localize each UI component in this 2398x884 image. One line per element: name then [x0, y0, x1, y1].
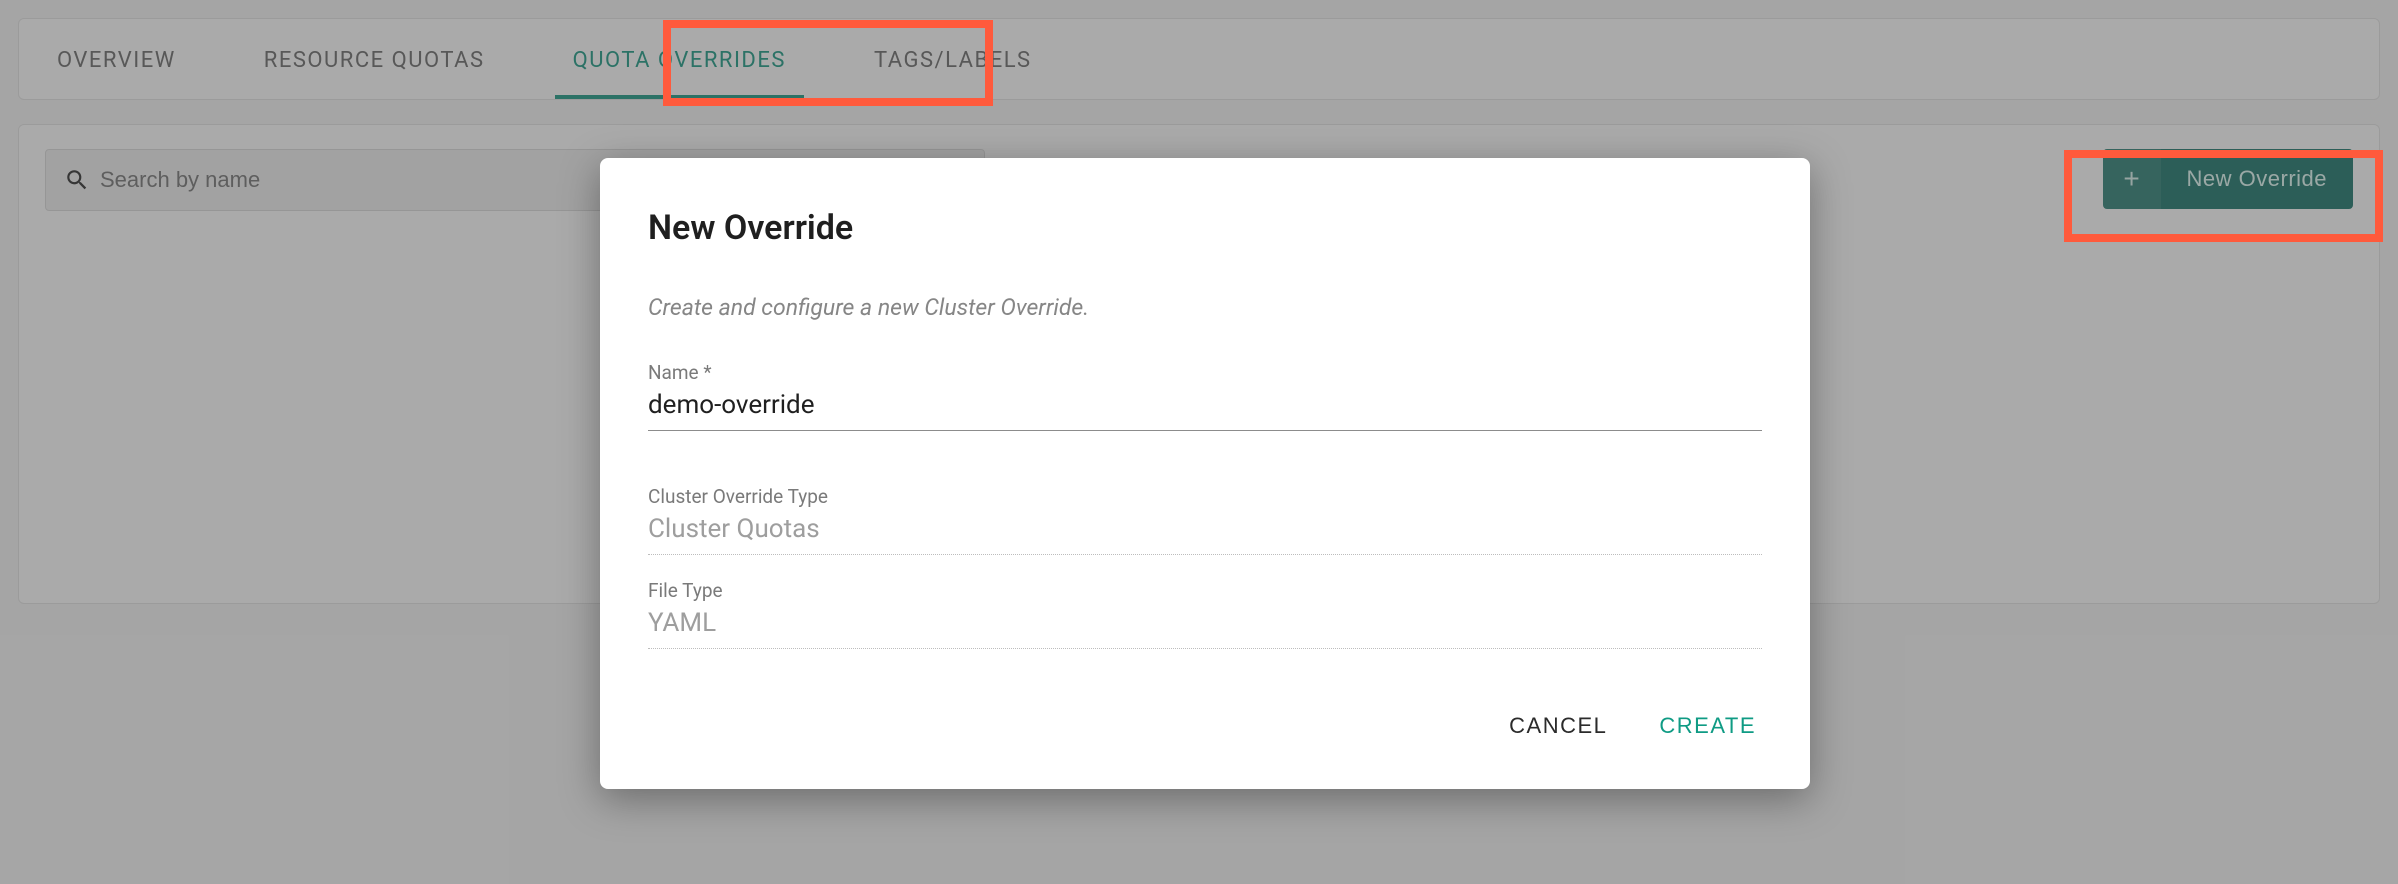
field-name-label: Name *	[648, 361, 1762, 384]
field-file-type-value: YAML	[648, 608, 1762, 649]
page-root: OVERVIEW RESOURCE QUOTAS QUOTA OVERRIDES…	[0, 0, 2398, 884]
create-button[interactable]: CREATE	[1653, 703, 1762, 749]
cancel-button[interactable]: CANCEL	[1503, 703, 1613, 749]
new-override-modal: New Override Create and configure a new …	[600, 158, 1810, 789]
field-override-type: Cluster Override Type Cluster Quotas	[648, 485, 1762, 555]
field-override-type-label: Cluster Override Type	[648, 485, 1762, 508]
field-name[interactable]: Name * demo-override	[648, 361, 1762, 431]
field-name-value[interactable]: demo-override	[648, 390, 1762, 431]
readonly-fields: Cluster Override Type Cluster Quotas Fil…	[648, 485, 1762, 649]
field-override-type-value: Cluster Quotas	[648, 514, 1762, 555]
modal-actions: CANCEL CREATE	[648, 703, 1762, 749]
field-file-type: File Type YAML	[648, 579, 1762, 649]
modal-title: New Override	[648, 208, 1762, 248]
modal-subtitle: Create and configure a new Cluster Overr…	[648, 294, 1762, 321]
field-file-type-label: File Type	[648, 579, 1762, 602]
